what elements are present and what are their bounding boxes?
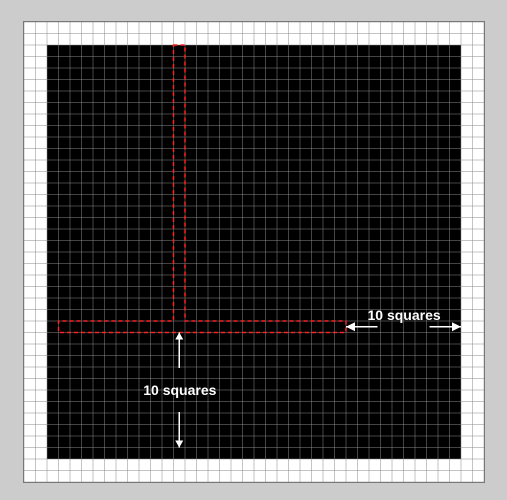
v-dimension-label: 10 squares bbox=[143, 382, 216, 398]
grid-svg bbox=[24, 22, 484, 482]
h-dimension-label: 10 squares bbox=[368, 307, 441, 323]
grid-frame bbox=[23, 21, 485, 483]
